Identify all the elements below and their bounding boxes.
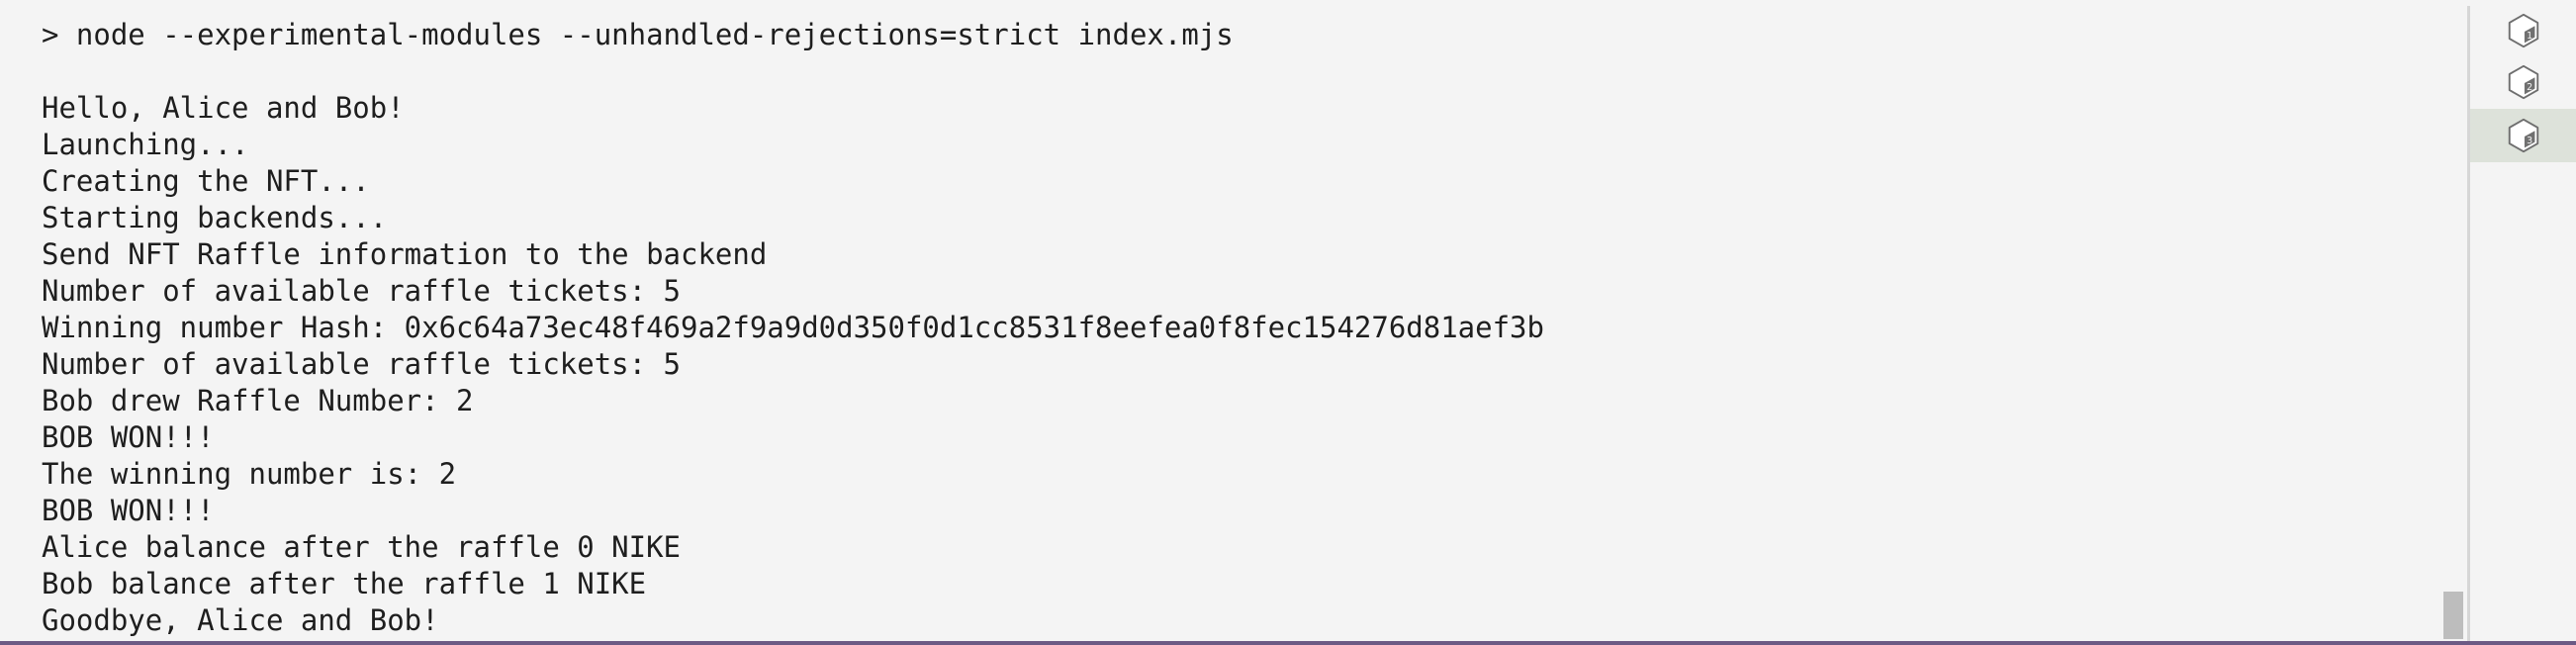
- terminal-line: Alice balance after the raffle 0 NIKE: [42, 530, 682, 564]
- node-cube-icon: 3: [2508, 118, 2538, 153]
- node-cube-icon: 2: [2508, 64, 2538, 100]
- terminal-line: Starting backends...: [42, 201, 388, 234]
- terminal-line: Bob drew Raffle Number: 2: [42, 384, 474, 417]
- terminal-line: Bob balance after the raffle 1 NIKE: [42, 567, 647, 600]
- terminal-line: Launching...: [42, 128, 249, 161]
- panel-bottom-border: [0, 641, 2576, 645]
- terminal-tab-node-2[interactable]: 2: [2470, 55, 2576, 109]
- terminal-tab-node-3[interactable]: 3: [2470, 109, 2576, 162]
- terminal-line: Winning number Hash: 0x6c64a73ec48f469a2…: [42, 311, 1544, 344]
- terminal-line: BOB WON!!!: [42, 420, 215, 454]
- vertical-scrollbar[interactable]: [2441, 0, 2467, 641]
- terminal-line: Number of available raffle tickets: 5: [42, 274, 682, 308]
- svg-text:1: 1: [2527, 31, 2532, 42]
- terminal-line: Goodbye, Alice and Bob!: [42, 603, 439, 637]
- terminal-tab-node-1[interactable]: 1: [2470, 4, 2576, 57]
- node-cube-icon: 1: [2508, 13, 2538, 48]
- terminal-list-panel: 1 2 3: [2470, 0, 2576, 641]
- terminal-line: Send NFT Raffle information to the backe…: [42, 237, 768, 271]
- terminal-line: The winning number is: 2: [42, 457, 457, 491]
- svg-text:2: 2: [2527, 82, 2532, 93]
- svg-text:3: 3: [2527, 136, 2532, 146]
- terminal-output[interactable]: > node --experimental-modules --unhandle…: [0, 0, 2467, 641]
- scrollbar-thumb[interactable]: [2443, 592, 2463, 639]
- terminal-line: Hello, Alice and Bob!: [42, 91, 405, 125]
- terminal-line: Creating the NFT...: [42, 164, 370, 198]
- terminal-command-line: > node --experimental-modules --unhandle…: [42, 18, 1234, 51]
- terminal-line: BOB WON!!!: [42, 494, 215, 527]
- terminal-line: Number of available raffle tickets: 5: [42, 347, 682, 381]
